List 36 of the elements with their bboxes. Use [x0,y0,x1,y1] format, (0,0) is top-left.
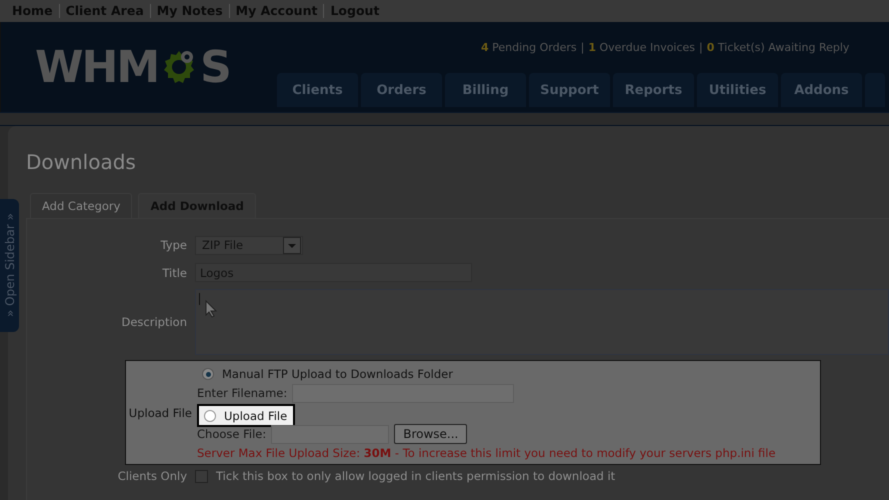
field-label: Clients Only [116,469,188,483]
field-label: Title [161,266,188,280]
alert-link[interactable]: 4 Pending Orders [481,41,577,54]
main-nav-tab[interactable]: Utilities [697,73,778,107]
tab[interactable]: Add Category [30,193,132,218]
field-label: Enter Filename: [197,386,288,400]
field-label: Description [120,315,188,329]
radio-button[interactable] [204,410,216,422]
field-label: Upload File [128,406,193,420]
logo-text: S [200,42,230,92]
separator: | [699,41,703,54]
radio-option[interactable]: Upload File [197,404,296,427]
page-title: Downloads [26,149,137,176]
field-label: Choose File: [197,427,266,441]
filename-field[interactable] [292,384,514,402]
field-label: Type [160,238,188,252]
cursor-icon [205,300,217,318]
description-field[interactable] [195,289,889,355]
browse-button[interactable]: Browse... [394,424,468,444]
radio-option[interactable]: Manual FTP Upload to Downloads Folder [197,365,776,383]
main-nav-tab[interactable]: Clients [277,73,358,107]
logo-text: WHM [35,42,158,92]
main-nav-tab[interactable]: Reports [613,73,694,107]
main-nav-tab[interactable]: Orders [361,73,442,107]
checkbox-label: Tick this box to only allow logged in clients permission to download it [216,469,616,483]
upload-size-note: Server Max File Upload Size: 30M - To increase this limit you need to modify your servers php.ini file [197,446,776,460]
separator: | [580,41,584,54]
open-sidebar-tab[interactable]: » Open Sidebar » [0,199,19,332]
main-nav-tab[interactable]: Billing [445,73,526,107]
main-nav-tab[interactable]: Support [529,73,610,107]
alert-link[interactable]: 1 Overdue Invoices [588,41,696,54]
main-nav-tab[interactable]: Addons [781,73,862,107]
checkbox[interactable] [195,470,208,482]
alert-link[interactable]: 0 Ticket(s) Awaiting Reply [706,41,850,54]
file-field[interactable] [271,424,390,444]
radio-button[interactable] [202,368,214,380]
